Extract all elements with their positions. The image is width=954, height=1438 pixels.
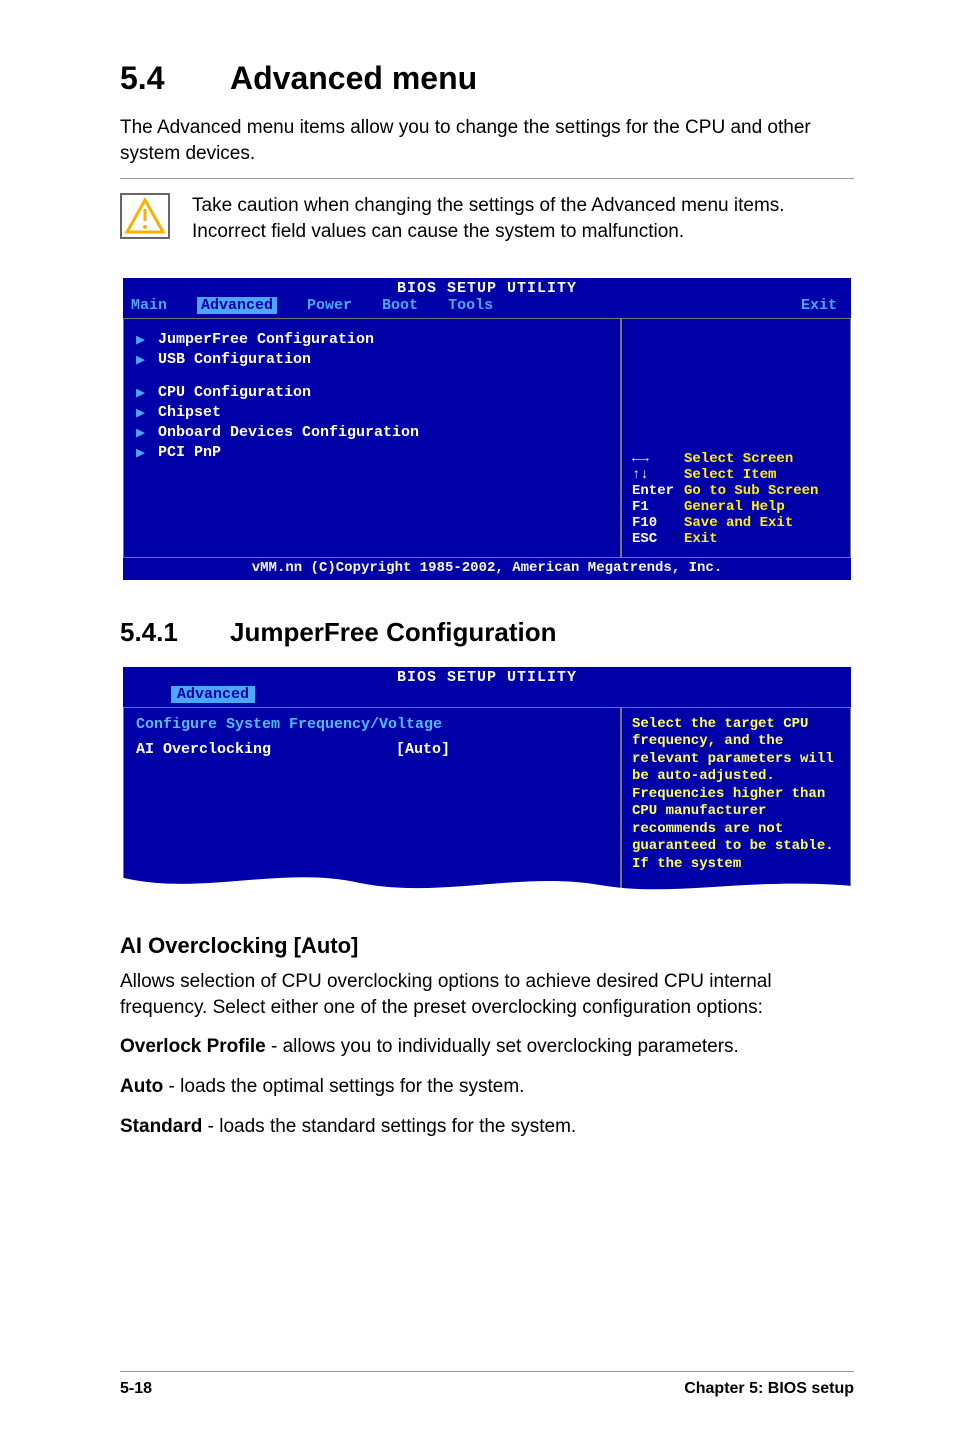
bios-menu-bar: Main Advanced Power Boot Tools Exit xyxy=(123,297,851,318)
subsection-number: 5.4.1 xyxy=(120,617,230,648)
tab-exit[interactable]: Exit xyxy=(801,297,837,314)
key: F1 xyxy=(632,499,684,515)
keyhelp-row: F1General Help xyxy=(632,499,840,515)
config-label: AI Overclocking xyxy=(136,741,396,758)
tab-power[interactable]: Power xyxy=(307,297,352,314)
option-label: Standard xyxy=(120,1116,202,1137)
keyhelp-row: ←→Select Screen xyxy=(632,451,840,467)
menu-usb-config[interactable]: ▶ USB Configuration xyxy=(136,350,608,369)
option-text: - loads the optimal settings for the sys… xyxy=(163,1076,524,1097)
option-overlock-profile: Overlock Profile - allows you to individ… xyxy=(120,1034,854,1060)
bios-copyright: vMM.nn (C)Copyright 1985-2002, American … xyxy=(123,558,851,580)
tab-tools[interactable]: Tools xyxy=(448,297,493,314)
key: ←→ xyxy=(632,451,684,467)
menu-jumperfree[interactable]: ▶ JumperFree Configuration xyxy=(136,330,608,349)
tab-main[interactable]: Main xyxy=(131,297,167,314)
submenu-arrow-icon: ▶ xyxy=(136,423,150,442)
keyhelp-row: ↑↓Select Item xyxy=(632,467,840,483)
caution-text: Take caution when changing the settings … xyxy=(192,193,854,244)
section-title-text: Advanced menu xyxy=(230,60,477,96)
key: Enter xyxy=(632,483,684,499)
option-auto: Auto - loads the optimal settings for th… xyxy=(120,1074,854,1100)
keyhelp-row: EnterGo to Sub Screen xyxy=(632,483,840,499)
menu-pci-pnp[interactable]: ▶ PCI PnP xyxy=(136,443,608,462)
bios-menu-bar: Advanced xyxy=(123,686,851,707)
menu-label: JumperFree Configuration xyxy=(158,331,374,348)
bios-title: BIOS SETUP UTILITY xyxy=(123,278,851,297)
tab-boot[interactable]: Boot xyxy=(382,297,418,314)
keyhelp-row: ESCExit xyxy=(632,531,840,547)
menu-label: USB Configuration xyxy=(158,351,311,368)
divider xyxy=(120,178,854,179)
option-heading: AI Overclocking [Auto] xyxy=(120,933,854,959)
key: F10 xyxy=(632,515,684,531)
submenu-arrow-icon: ▶ xyxy=(136,403,150,422)
submenu-arrow-icon: ▶ xyxy=(136,350,150,369)
caution-icon xyxy=(120,193,170,239)
config-header: Configure System Frequency/Voltage xyxy=(136,716,608,733)
config-value: [Auto] xyxy=(396,741,450,758)
bios-left-pane: Configure System Frequency/Voltage AI Ov… xyxy=(123,707,621,897)
subsection-title-text: JumperFree Configuration xyxy=(230,617,556,647)
caution-block: Take caution when changing the settings … xyxy=(120,193,854,244)
page-footer: 5-18 Chapter 5: BIOS setup xyxy=(120,1371,854,1398)
intro-paragraph: The Advanced menu items allow you to cha… xyxy=(120,115,854,166)
submenu-arrow-icon: ▶ xyxy=(136,443,150,462)
config-row-ai-overclocking[interactable]: AI Overclocking [Auto] xyxy=(136,741,608,758)
key: ESC xyxy=(632,531,684,547)
section-number: 5.4 xyxy=(120,60,230,97)
bios-screen-jumperfree: BIOS SETUP UTILITY Advanced Configure Sy… xyxy=(120,664,854,900)
option-text: - allows you to individually set overclo… xyxy=(266,1036,739,1057)
key-desc: General Help xyxy=(684,499,785,515)
tab-advanced[interactable]: Advanced xyxy=(171,686,255,703)
bios-screen-advanced: BIOS SETUP UTILITY Main Advanced Power B… xyxy=(120,275,854,583)
menu-cpu-config[interactable]: ▶ CPU Configuration xyxy=(136,383,608,402)
key-desc: Select Screen xyxy=(684,451,793,467)
key-desc: Save and Exit xyxy=(684,515,793,531)
key: ↑↓ xyxy=(632,467,684,483)
submenu-arrow-icon: ▶ xyxy=(136,383,150,402)
tab-advanced[interactable]: Advanced xyxy=(197,297,277,314)
menu-label: Onboard Devices Configuration xyxy=(158,424,419,441)
option-text: - loads the standard settings for the sy… xyxy=(202,1116,576,1137)
menu-chipset[interactable]: ▶ Chipset xyxy=(136,403,608,422)
option-description: Allows selection of CPU overclocking opt… xyxy=(120,969,854,1020)
bios-right-help-pane: Select the target CPU frequency, and the… xyxy=(621,707,851,897)
page-number: 5-18 xyxy=(120,1380,152,1398)
key-desc: Go to Sub Screen xyxy=(684,483,818,499)
submenu-arrow-icon: ▶ xyxy=(136,330,150,349)
bios-left-pane: ▶ JumperFree Configuration ▶ USB Configura… xyxy=(123,318,621,558)
bios-right-help-pane: ←→Select Screen ↑↓Select Item EnterGo to… xyxy=(621,318,851,558)
subsection-title: 5.4.1JumperFree Configuration xyxy=(120,617,854,648)
key-desc: Exit xyxy=(684,531,718,547)
menu-label: PCI PnP xyxy=(158,444,221,461)
menu-onboard-devices[interactable]: ▶ Onboard Devices Configuration xyxy=(136,423,608,442)
key-desc: Select Item xyxy=(684,467,776,483)
option-standard: Standard - loads the standard settings f… xyxy=(120,1114,854,1140)
menu-label: Chipset xyxy=(158,404,221,421)
option-label: Auto xyxy=(120,1076,163,1097)
bios-title: BIOS SETUP UTILITY xyxy=(123,667,851,686)
option-label: Overlock Profile xyxy=(120,1036,266,1057)
section-title: 5.4Advanced menu xyxy=(120,60,854,97)
chapter-label: Chapter 5: BIOS setup xyxy=(684,1380,854,1398)
keyhelp-row: F10Save and Exit xyxy=(632,515,840,531)
menu-label: CPU Configuration xyxy=(158,384,311,401)
